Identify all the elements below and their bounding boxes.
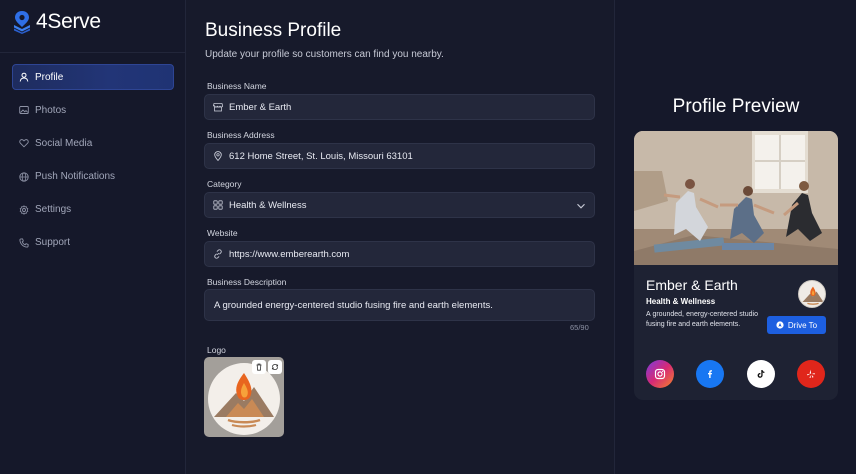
website-field[interactable]: https://www.emberearth.com xyxy=(204,241,595,267)
sidebar-item-label: Push Notifications xyxy=(35,171,116,183)
logo-label: Logo xyxy=(207,345,226,355)
sidebar-item-label: Profile xyxy=(35,71,64,83)
preview-card: Ember & Earth Health & Wellness A ground… xyxy=(634,131,838,400)
user-icon xyxy=(19,72,29,82)
sidebar-item-settings[interactable]: Settings xyxy=(12,197,174,223)
character-counter: 65/90 xyxy=(570,323,589,332)
category-select[interactable]: Health & Wellness xyxy=(204,192,595,218)
profile-form-panel: Business Profile Update your profile so … xyxy=(186,0,614,474)
card-business-name: Ember & Earth xyxy=(646,277,738,293)
phone-icon xyxy=(19,238,29,248)
map-pin-stack-icon xyxy=(14,11,30,34)
website-label: Website xyxy=(207,228,238,238)
profile-preview-panel: Profile Preview Ember & Earth Health & W… xyxy=(614,0,856,474)
navigation-icon xyxy=(776,321,784,329)
category-value: Health & Wellness xyxy=(229,199,307,211)
card-description: A grounded, energy-centered studio fusin… xyxy=(646,311,758,328)
card-category: Health & Wellness xyxy=(646,297,716,306)
chevron-down-icon[interactable] xyxy=(576,201,586,211)
sidebar-item-push-notifications[interactable]: Push Notifications xyxy=(12,164,174,190)
logo-actions xyxy=(252,360,282,374)
refresh-icon xyxy=(271,363,279,371)
business-name-label: Business Name xyxy=(207,81,267,91)
page-title: Business Profile xyxy=(205,20,342,41)
business-address-value: 612 Home Street, St. Louis, Missouri 631… xyxy=(229,150,413,162)
yelp-icon xyxy=(807,369,815,378)
sidebar-item-label: Settings xyxy=(35,204,72,216)
business-address-label: Business Address xyxy=(207,130,275,140)
preview-title: Profile Preview xyxy=(672,96,800,117)
tiktok-link[interactable] xyxy=(747,360,775,388)
storefront-icon xyxy=(213,103,223,112)
delete-logo-button[interactable] xyxy=(252,360,266,374)
replace-logo-button[interactable] xyxy=(268,360,282,374)
sidebar-item-social-media[interactable]: Social Media xyxy=(12,130,174,156)
link-icon xyxy=(214,249,222,259)
instagram-link[interactable] xyxy=(646,360,674,388)
sidebar-item-label: Support xyxy=(35,237,71,249)
website-value: https://www.emberearth.com xyxy=(229,248,350,260)
page-subtitle: Update your profile so customers can fin… xyxy=(205,49,444,60)
grid-icon xyxy=(213,200,223,210)
sidebar-item-label: Photos xyxy=(35,104,67,116)
yoga-studio-photo xyxy=(634,131,838,265)
sidebar-item-support[interactable]: Support xyxy=(12,230,174,256)
brand-logo[interactable]: 4Serve xyxy=(12,10,101,34)
gear-icon xyxy=(19,204,29,215)
drive-to-label: Drive To xyxy=(787,320,818,330)
category-label: Category xyxy=(207,179,242,189)
yelp-link[interactable] xyxy=(797,360,825,388)
image-icon xyxy=(19,106,29,115)
logo-upload[interactable] xyxy=(204,357,284,437)
business-description-textarea[interactable]: A grounded energy-centered studio fusing… xyxy=(204,289,595,321)
business-name-value: Ember & Earth xyxy=(229,101,292,113)
drive-to-button[interactable]: Drive To xyxy=(767,316,826,334)
brand-name: 4Serve xyxy=(36,10,101,33)
business-address-field[interactable]: 612 Home Street, St. Louis, Missouri 631… xyxy=(204,143,595,169)
sidebar-item-photos[interactable]: Photos xyxy=(12,97,174,123)
sidebar-item-label: Social Media xyxy=(35,137,93,149)
sidebar-item-profile[interactable]: Profile xyxy=(12,64,174,90)
facebook-link[interactable] xyxy=(696,360,724,388)
instagram-icon xyxy=(654,368,666,380)
facebook-icon xyxy=(708,370,712,378)
globe-icon xyxy=(19,171,29,182)
business-name-field[interactable]: Ember & Earth xyxy=(204,94,595,120)
card-logo xyxy=(798,280,826,308)
tiktok-icon xyxy=(757,370,765,378)
flame-mountain-logo xyxy=(802,286,824,305)
business-description-label: Business Description xyxy=(207,277,287,287)
divider xyxy=(0,52,185,53)
heart-icon xyxy=(19,139,29,148)
sidebar-nav: Profile Photos Social Media Push Notific… xyxy=(12,64,174,263)
map-pin-icon xyxy=(214,151,222,161)
sidebar: 4Serve Profile Photos Social Media Push … xyxy=(0,0,186,474)
trash-icon xyxy=(256,363,262,371)
